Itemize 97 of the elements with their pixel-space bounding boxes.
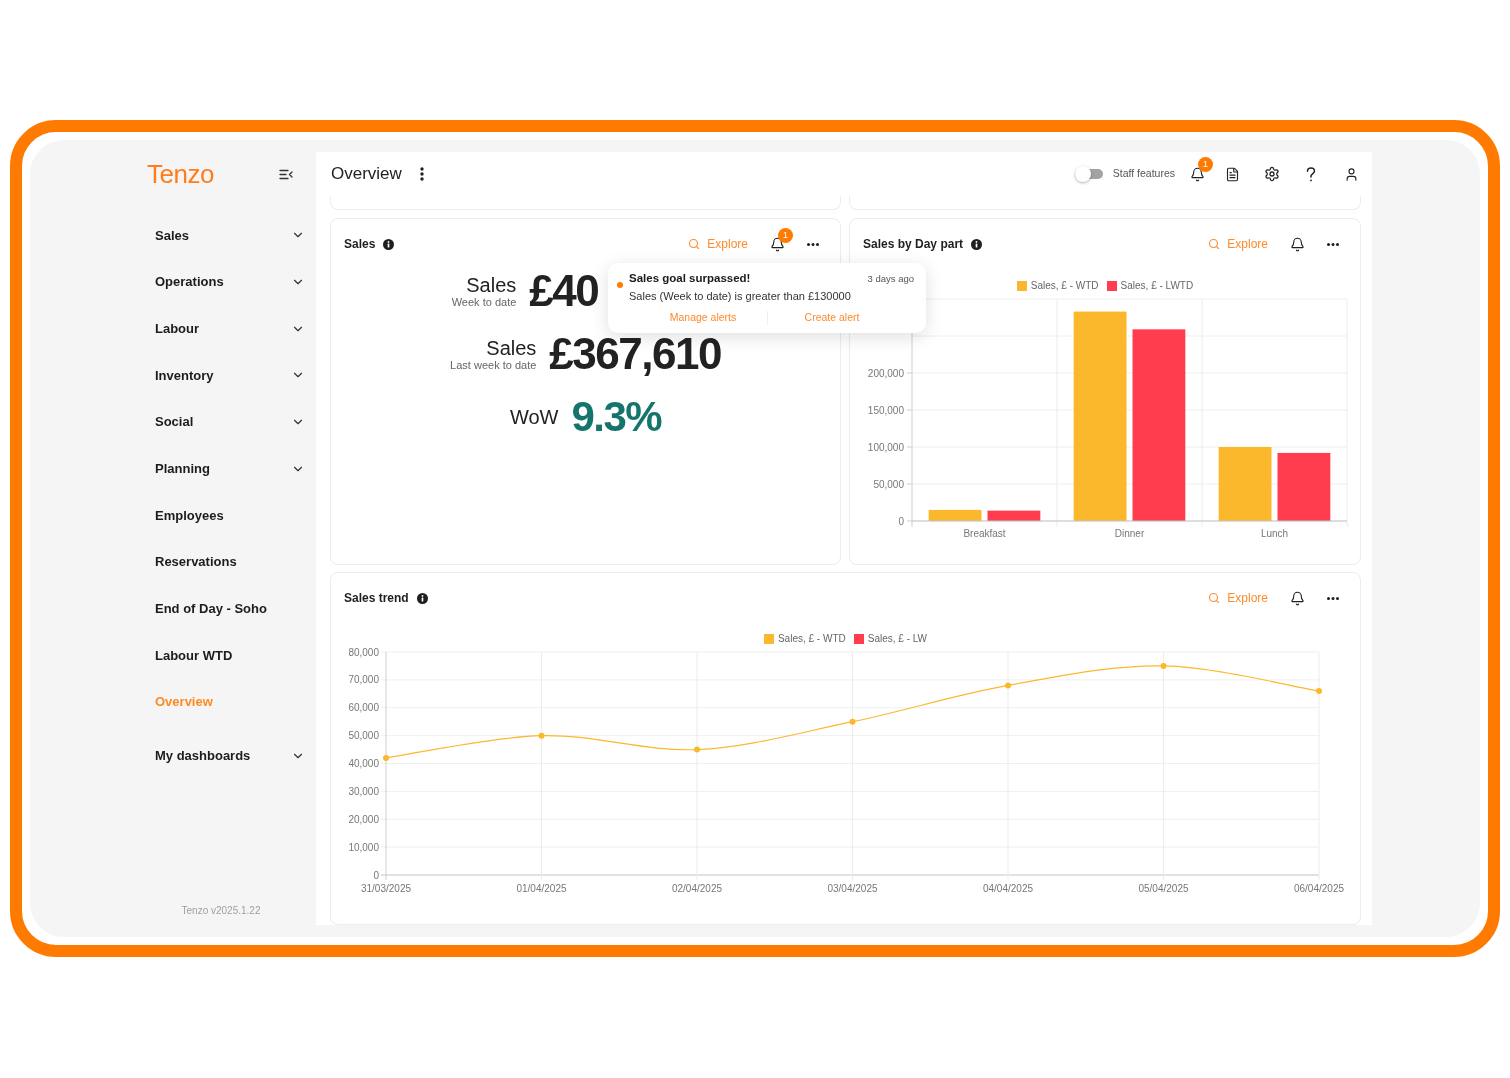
nav-item[interactable]: Operations	[137, 258, 305, 306]
y-axis-label: 200,000	[867, 367, 904, 379]
metric-sublabel: Week to date	[451, 295, 517, 309]
data-point	[538, 732, 545, 739]
account-button[interactable]	[1344, 166, 1359, 182]
legend-label: Sales, £ - LW	[867, 633, 928, 645]
alert-time: 3 days ago	[867, 272, 914, 286]
settings-icon	[1264, 166, 1280, 182]
info-icon	[971, 238, 983, 250]
metric-value: £40	[529, 267, 599, 315]
x-axis-label: Dinner	[1114, 528, 1145, 539]
nav-item[interactable]: My dashboards	[137, 732, 305, 780]
ellipsis-icon	[807, 242, 819, 246]
version-text: Tenzo v2025.1.22	[180, 904, 262, 918]
nav-item[interactable]: Reservations	[137, 538, 305, 586]
metric-value: £367,610	[549, 330, 721, 378]
document-icon	[1225, 166, 1240, 182]
y-axis-label: 40,000	[348, 758, 379, 769]
alert-message: Sales (Week to date) is greater than £130000	[629, 289, 852, 305]
nav-item[interactable]: Labour	[137, 305, 305, 353]
ellipsis-icon	[1327, 242, 1339, 246]
alerts-button[interactable]	[1290, 236, 1305, 252]
card-title: Sales	[344, 236, 376, 253]
nav-item[interactable]: Labour WTD	[137, 632, 305, 679]
bar	[928, 509, 982, 521]
bar	[987, 510, 1041, 521]
bell-icon	[1290, 590, 1305, 606]
nav-item[interactable]: Employees	[137, 492, 305, 539]
y-axis-label: 20,000	[348, 813, 379, 825]
x-axis-label: 02/04/2025	[671, 883, 723, 894]
toggle-label: Staff features	[1112, 166, 1175, 182]
kebab-menu-icon	[419, 167, 424, 181]
count-badge: 1	[778, 227, 793, 243]
y-axis-label: 150,000	[867, 404, 904, 416]
data-point	[694, 746, 700, 753]
metric-label: WoW	[509, 406, 559, 428]
search-icon	[1208, 238, 1221, 250]
logo: Tenzo	[147, 162, 214, 186]
y-axis-label: 30,000	[348, 785, 379, 797]
nav-item[interactable]: Sales	[137, 212, 305, 259]
page-title: Overview	[331, 163, 402, 186]
info-icon	[383, 238, 395, 250]
x-axis-label: Breakfast	[963, 528, 1006, 539]
data-point	[383, 754, 389, 761]
data-point	[849, 718, 856, 725]
data-point	[1160, 662, 1167, 669]
info-icon	[416, 592, 428, 604]
x-axis-label: 01/04/2025	[516, 883, 567, 894]
nav-item[interactable]: Inventory	[137, 352, 305, 399]
nav-item[interactable]: Planning	[137, 445, 305, 493]
nav-item[interactable]: End of Day - Soho	[137, 585, 305, 633]
card-title: Sales by Day part	[863, 236, 964, 253]
y-axis-label: 0	[898, 515, 904, 527]
x-axis-label: 03/04/2025	[827, 883, 878, 894]
staff-features-toggle[interactable]	[1074, 166, 1103, 182]
bell-icon	[1290, 236, 1305, 252]
legend-label: Sales, £ - WTD	[1030, 280, 1099, 292]
y-axis-label: 80,000	[348, 647, 379, 658]
x-axis-label: 04/04/2025	[982, 883, 1034, 894]
alerts-button[interactable]	[1290, 590, 1305, 606]
ellipsis-icon	[1327, 596, 1339, 600]
card-title: Sales trend	[344, 590, 409, 607]
alert-title: Sales goal surpassed!	[629, 271, 751, 286]
settings-button[interactable]	[1264, 166, 1280, 182]
bar	[1277, 452, 1331, 521]
x-axis-label: 05/04/2025	[1138, 883, 1189, 894]
y-axis-label: 70,000	[348, 674, 379, 686]
reports-button[interactable]	[1225, 166, 1240, 182]
metric-sublabel: Last week to date	[450, 358, 537, 372]
search-icon	[688, 238, 701, 250]
data-point	[1316, 688, 1322, 695]
x-axis-label: Lunch	[1260, 528, 1289, 539]
metric-label: Sales	[486, 336, 537, 359]
x-axis-label: 31/03/2025	[360, 883, 412, 894]
y-axis-label: 60,000	[348, 702, 379, 714]
help-icon	[1306, 166, 1316, 182]
x-axis-label: 06/04/2025	[1293, 883, 1345, 894]
metric-label: Sales	[466, 273, 517, 296]
user-icon	[1344, 166, 1359, 182]
search-icon	[1208, 592, 1221, 604]
bell-icon	[770, 236, 785, 252]
data-point	[1005, 682, 1011, 689]
legend-label: Sales, £ - LWTD	[1120, 280, 1194, 292]
collapse-sidebar-button[interactable]	[279, 168, 293, 180]
y-axis-label: 50,000	[348, 730, 379, 742]
help-button[interactable]	[1306, 166, 1316, 182]
bell-icon	[1190, 166, 1205, 182]
legend-label: Sales, £ - WTD	[777, 633, 846, 645]
count-badge: 1	[1198, 156, 1213, 172]
nav-item[interactable]: Social	[137, 398, 305, 446]
page-menu-button[interactable]	[419, 167, 424, 181]
y-axis-label: 100,000	[867, 441, 904, 453]
y-axis-label: 0	[373, 869, 379, 881]
collapse-menu-icon	[279, 168, 293, 180]
metric-value: 9.3%	[571, 393, 662, 441]
y-axis-label: 50,000	[873, 478, 904, 490]
y-axis-label: 10,000	[348, 841, 379, 853]
